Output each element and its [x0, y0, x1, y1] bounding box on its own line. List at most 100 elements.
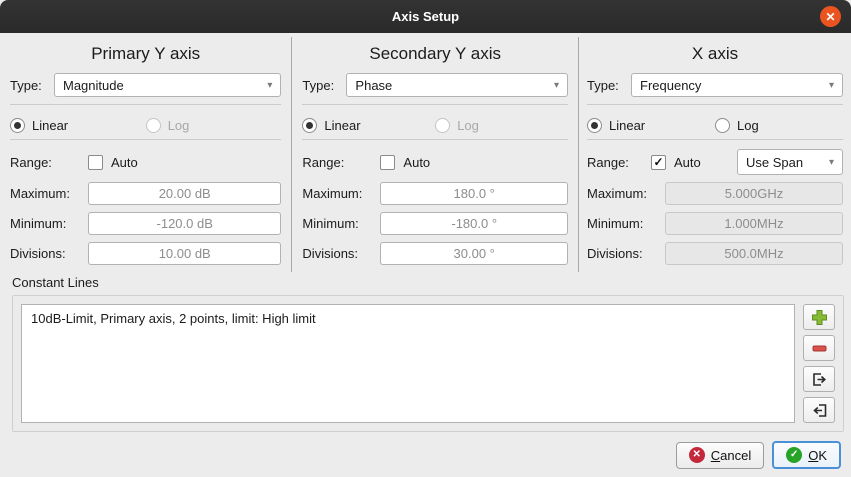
secondary-log-radio: Log	[435, 118, 479, 133]
x-auto-checkbox[interactable]: ✓	[651, 155, 666, 170]
secondary-y-axis-section: Secondary Y axis Type: Phase ▾ Linear Lo…	[292, 37, 579, 272]
window-title: Axis Setup	[392, 9, 459, 24]
secondary-type-value: Phase	[355, 78, 554, 93]
export-line-button[interactable]	[803, 366, 835, 392]
primary-range-label: Range:	[10, 155, 88, 170]
radio-icon	[146, 118, 161, 133]
ok-icon: ✓	[786, 447, 802, 463]
titlebar: Axis Setup ✕	[0, 0, 851, 33]
primary-minimum-input[interactable]	[88, 212, 281, 235]
primary-auto-label: Auto	[111, 155, 138, 170]
primary-linear-label: Linear	[32, 118, 68, 133]
cancel-icon: ✕	[689, 447, 705, 463]
constant-lines-list[interactable]: 10dB-Limit, Primary axis, 2 points, limi…	[21, 304, 795, 423]
secondary-divisions-label: Divisions:	[302, 246, 380, 261]
secondary-range-label: Range:	[302, 155, 380, 170]
radio-icon	[435, 118, 450, 133]
x-span-value: Use Span	[746, 155, 829, 170]
x-range-label: Range:	[587, 155, 651, 170]
constant-lines-toolbar	[803, 304, 835, 423]
cancel-x-glyph: ✕	[693, 450, 701, 460]
primary-divisions-label: Divisions:	[10, 246, 88, 261]
axis-setup-dialog: Axis Setup ✕ Primary Y axis Type: Magnit…	[0, 0, 851, 477]
primary-maximum-input[interactable]	[88, 182, 281, 205]
secondary-divisions-input[interactable]	[380, 242, 568, 265]
x-type-value: Frequency	[640, 78, 829, 93]
constant-lines-label: Constant Lines	[12, 275, 844, 290]
primary-linear-radio[interactable]: Linear	[10, 118, 146, 133]
plus-icon	[811, 309, 828, 326]
primary-divisions-input[interactable]	[88, 242, 281, 265]
secondary-type-select[interactable]: Phase ▾	[346, 73, 568, 97]
ok-button[interactable]: ✓ OK	[772, 441, 841, 469]
cancel-button[interactable]: ✕ Cancel	[676, 442, 764, 469]
x-span-select[interactable]: Use Span ▾	[737, 149, 843, 175]
chevron-down-icon: ▾	[267, 80, 272, 91]
x-axis-section: X axis Type: Frequency ▾ Linear Log	[579, 37, 851, 272]
axis-columns: Primary Y axis Type: Magnitude ▾ Linear …	[0, 33, 851, 272]
x-minimum-label: Minimum:	[587, 216, 665, 231]
primary-y-axis-section: Primary Y axis Type: Magnitude ▾ Linear …	[0, 37, 292, 272]
x-divisions-input	[665, 242, 843, 265]
secondary-minimum-input[interactable]	[380, 212, 568, 235]
x-linear-label: Linear	[609, 118, 645, 133]
cancel-button-label: Cancel	[711, 448, 751, 463]
ok-rest: K	[818, 448, 827, 463]
chevron-down-icon: ▾	[829, 157, 834, 168]
x-auto-label: Auto	[674, 155, 701, 170]
dialog-footer: ✕ Cancel ✓ OK	[0, 433, 851, 477]
secondary-linear-radio[interactable]: Linear	[302, 118, 435, 133]
import-line-button[interactable]	[803, 397, 835, 423]
primary-maximum-label: Maximum:	[10, 186, 88, 201]
radio-selected-icon	[587, 118, 602, 133]
x-log-radio[interactable]: Log	[715, 118, 759, 133]
secondary-auto-checkbox[interactable]	[380, 155, 395, 170]
primary-type-label: Type:	[10, 78, 54, 93]
separator	[302, 104, 568, 105]
secondary-type-label: Type:	[302, 78, 346, 93]
ok-check-glyph: ✓	[790, 450, 798, 460]
x-type-select[interactable]: Frequency ▾	[631, 73, 843, 97]
close-button[interactable]: ✕	[820, 6, 841, 27]
x-maximum-input	[665, 182, 843, 205]
primary-type-value: Magnitude	[63, 78, 267, 93]
secondary-y-axis-heading: Secondary Y axis	[302, 39, 568, 73]
x-maximum-label: Maximum:	[587, 186, 665, 201]
primary-auto-checkbox[interactable]	[88, 155, 103, 170]
secondary-maximum-label: Maximum:	[302, 186, 380, 201]
secondary-minimum-label: Minimum:	[302, 216, 380, 231]
radio-selected-icon	[302, 118, 317, 133]
remove-line-button[interactable]	[803, 335, 835, 361]
ok-button-label: OK	[808, 448, 827, 463]
primary-log-radio: Log	[146, 118, 190, 133]
chevron-down-icon: ▾	[554, 80, 559, 91]
import-icon	[811, 402, 828, 419]
chevron-down-icon: ▾	[829, 80, 834, 91]
x-linear-radio[interactable]: Linear	[587, 118, 715, 133]
secondary-maximum-input[interactable]	[380, 182, 568, 205]
constant-lines-section: Constant Lines 10dB-Limit, Primary axis,…	[0, 272, 851, 433]
radio-selected-icon	[10, 118, 25, 133]
x-type-label: Type:	[587, 78, 631, 93]
secondary-log-label: Log	[457, 118, 479, 133]
separator	[10, 139, 281, 140]
list-item[interactable]: 10dB-Limit, Primary axis, 2 points, limi…	[31, 309, 785, 328]
constant-lines-frame: 10dB-Limit, Primary axis, 2 points, limi…	[12, 295, 844, 432]
add-line-button[interactable]	[803, 304, 835, 330]
primary-type-select[interactable]: Magnitude ▾	[54, 73, 281, 97]
secondary-linear-label: Linear	[324, 118, 360, 133]
minus-icon	[811, 340, 828, 357]
x-axis-heading: X axis	[587, 39, 843, 73]
primary-log-label: Log	[168, 118, 190, 133]
export-icon	[811, 371, 828, 388]
separator	[302, 139, 568, 140]
x-divisions-label: Divisions:	[587, 246, 665, 261]
primary-minimum-label: Minimum:	[10, 216, 88, 231]
secondary-auto-label: Auto	[403, 155, 430, 170]
separator	[587, 139, 843, 140]
x-log-label: Log	[737, 118, 759, 133]
cancel-mnemonic: C	[711, 448, 720, 463]
separator	[10, 104, 281, 105]
checkmark-icon: ✓	[653, 156, 663, 168]
close-icon: ✕	[825, 11, 835, 23]
